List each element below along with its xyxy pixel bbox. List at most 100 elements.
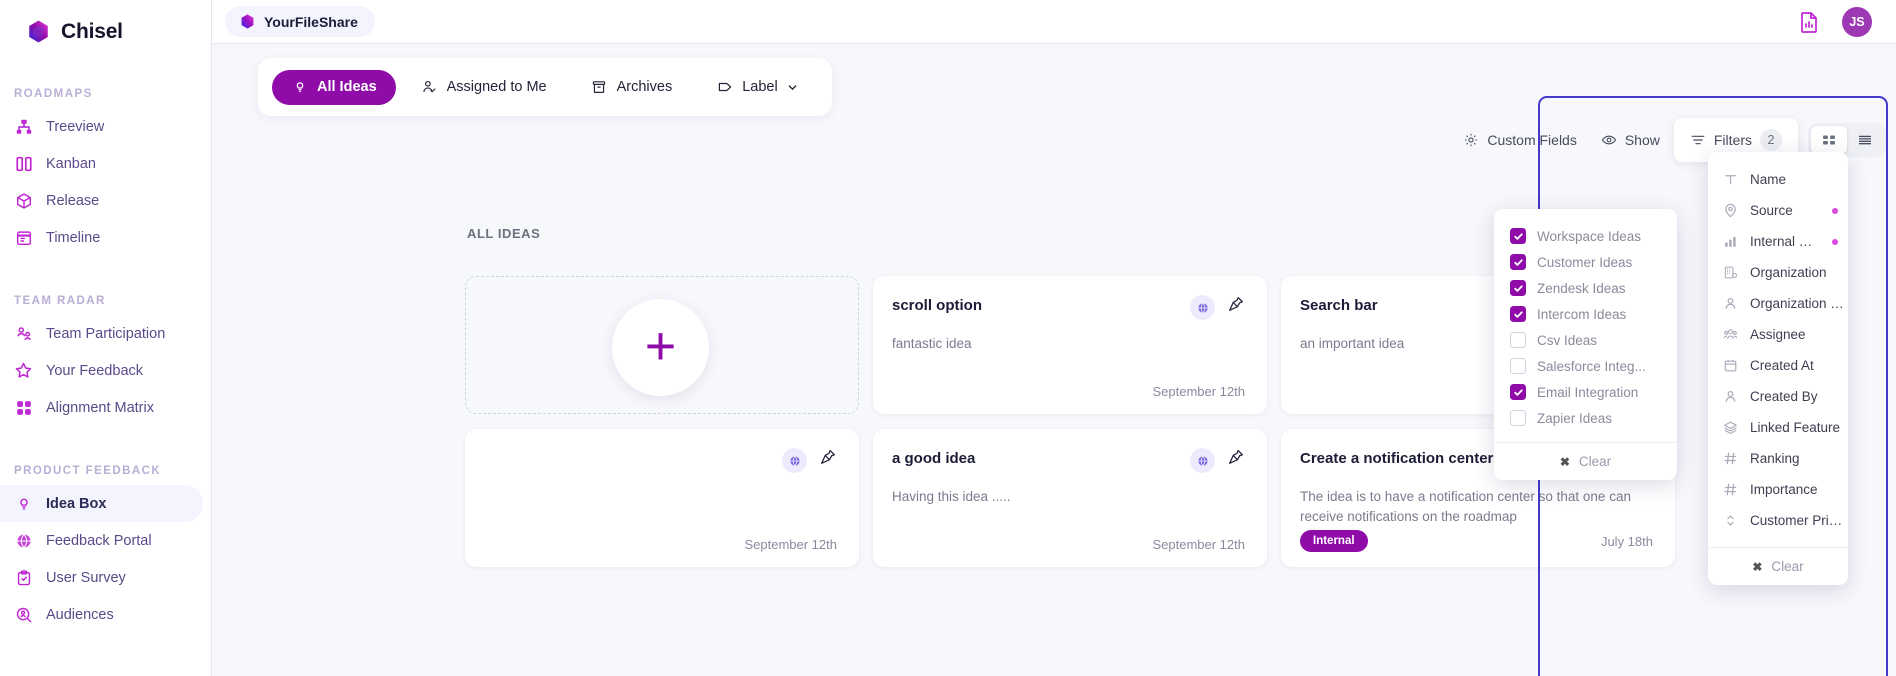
sidebar-item-kanban[interactable]: Kanban <box>0 145 203 182</box>
sidebar-item-user-survey[interactable]: User Survey <box>0 559 203 596</box>
custom-fields-button[interactable]: Custom Fields <box>1453 123 1586 157</box>
sidebar-item-feedback-portal[interactable]: Feedback Portal <box>0 522 203 559</box>
filter-field-name[interactable]: Name <box>1708 164 1848 195</box>
pin-icon[interactable] <box>1227 295 1245 313</box>
filter-field-source[interactable]: Source <box>1708 195 1848 226</box>
plus-icon[interactable]: + <box>612 298 709 396</box>
assigned-user-icon <box>421 79 438 96</box>
checkbox-unchecked-icon[interactable] <box>1510 358 1526 374</box>
checkbox-checked-icon[interactable] <box>1510 228 1526 244</box>
filter-field-customer-priority[interactable]: Customer Prior... <box>1708 505 1848 536</box>
idea-card-description: fantastic idea <box>892 336 972 351</box>
filter-field-label: Assignee <box>1750 327 1806 342</box>
idea-card-footer: Internal July 18th <box>1300 530 1653 552</box>
idea-card-title: a good idea <box>892 450 976 467</box>
source-panel-clear-button[interactable]: ✖ Clear <box>1494 442 1677 480</box>
fields-panel-clear-button[interactable]: ✖ Clear <box>1708 547 1848 585</box>
star-icon <box>14 361 33 380</box>
filters-label: Filters <box>1713 132 1752 148</box>
source-option-row[interactable]: Customer Ideas <box>1494 249 1677 275</box>
filter-icon <box>1690 132 1706 148</box>
workspace-name: YourFileShare <box>264 13 358 30</box>
checkbox-checked-icon[interactable] <box>1510 254 1526 270</box>
filter-field-ranking[interactable]: Ranking <box>1708 443 1848 474</box>
sidebar-group-product-feedback: Idea Box Feedback Portal User Survey Aud… <box>0 485 211 633</box>
user-icon <box>1722 296 1738 312</box>
tab-label: All Ideas <box>317 79 377 95</box>
user-avatar[interactable]: JS <box>1842 6 1872 37</box>
source-option-row[interactable]: Email Integration <box>1494 379 1677 405</box>
checkbox-checked-icon[interactable] <box>1510 306 1526 322</box>
chisel-hexagon-logo-icon <box>25 18 52 45</box>
filter-field-assignee[interactable]: Assignee <box>1708 319 1848 350</box>
checkbox-unchecked-icon[interactable] <box>1510 332 1526 348</box>
audience-search-icon <box>14 605 33 624</box>
filter-field-internal-priority[interactable]: Internal Priority <box>1708 226 1848 257</box>
tab-archives[interactable]: Archives <box>572 70 692 105</box>
tab-all-ideas[interactable]: All Ideas <box>272 69 396 105</box>
idea-card-date: September 12th <box>1152 384 1245 399</box>
tab-label: Label <box>742 79 778 95</box>
filter-field-created-at[interactable]: Created At <box>1708 350 1848 381</box>
idea-card[interactable]: September 12th <box>465 429 859 567</box>
sidebar-item-your-feedback[interactable]: Your Feedback <box>0 352 203 389</box>
people-icon <box>1722 327 1738 343</box>
source-option-row[interactable]: Zapier Ideas <box>1494 405 1677 431</box>
gear-icon <box>1463 132 1479 148</box>
organization-icon <box>1722 265 1738 281</box>
sidebar-item-timeline[interactable]: Timeline <box>0 219 203 256</box>
sidebar-item-label: Idea Box <box>46 495 107 512</box>
pin-icon[interactable] <box>1227 448 1245 466</box>
globe-icon <box>1190 295 1215 320</box>
sidebar-item-audiences[interactable]: Audiences <box>0 596 203 633</box>
archive-box-icon <box>591 79 608 96</box>
hash-icon <box>1722 451 1738 467</box>
idea-card-title: scroll option <box>892 297 982 314</box>
idea-card[interactable]: scroll option fantastic idea September 1… <box>873 276 1267 414</box>
sidebar-item-release[interactable]: Release <box>0 182 203 219</box>
source-option-row[interactable]: Intercom Ideas <box>1494 301 1677 327</box>
source-panel-clear-label: Clear <box>1578 454 1612 469</box>
list-view-icon[interactable] <box>1847 126 1883 154</box>
filter-field-label: Customer Prior... <box>1750 513 1848 528</box>
idea-card-description: The idea is to have a notification cente… <box>1300 489 1631 524</box>
filter-field-label: Ranking <box>1750 451 1800 466</box>
tab-label: Assigned to Me <box>446 79 547 95</box>
filter-field-linked-feature[interactable]: Linked Feature <box>1708 412 1848 443</box>
tab-label: Archives <box>616 79 673 95</box>
grid-view-icon[interactable] <box>1811 126 1847 154</box>
pin-icon[interactable] <box>819 448 837 466</box>
source-option-label: Csv Ideas <box>1537 332 1598 348</box>
active-filter-dot <box>1832 238 1838 245</box>
sidebar-group-roadmaps: Treeview Kanban Release Timeline <box>0 108 211 256</box>
checkbox-checked-icon[interactable] <box>1510 384 1526 400</box>
source-option-row[interactable]: Salesforce Integ... <box>1494 353 1677 379</box>
status-badge: Internal <box>1300 530 1368 552</box>
main-area: YourFileShare JS All Ideas Assigned to M… <box>212 0 1896 676</box>
idea-card[interactable]: a good idea Having this idea ..... Septe… <box>873 429 1267 567</box>
content-area: All Ideas Assigned to Me Archives Label … <box>212 44 1896 676</box>
sidebar-item-idea-box[interactable]: Idea Box <box>0 485 203 522</box>
sidebar-item-label: Alignment Matrix <box>46 399 154 416</box>
sort-updown-icon <box>1722 513 1738 529</box>
show-button[interactable]: Show <box>1591 123 1670 157</box>
filter-field-created-by[interactable]: Created By <box>1708 381 1848 412</box>
filter-field-organization[interactable]: Organization <box>1708 257 1848 288</box>
source-option-row[interactable]: Csv Ideas <box>1494 327 1677 353</box>
show-label: Show <box>1624 132 1660 148</box>
source-option-row[interactable]: Workspace Ideas <box>1494 223 1677 249</box>
sidebar-item-team-participation[interactable]: Team Participation <box>0 315 203 352</box>
report-document-icon[interactable] <box>1796 9 1822 35</box>
tab-label[interactable]: Label <box>697 70 817 105</box>
sidebar-item-treeview[interactable]: Treeview <box>0 108 203 145</box>
filter-field-organization-user[interactable]: Organization U... <box>1708 288 1848 319</box>
tab-assigned-to-me[interactable]: Assigned to Me <box>402 70 566 105</box>
sidebar-item-alignment-matrix[interactable]: Alignment Matrix <box>0 389 203 426</box>
filter-field-importance[interactable]: Importance <box>1708 474 1848 505</box>
add-idea-card[interactable]: + <box>465 276 859 414</box>
checkbox-checked-icon[interactable] <box>1510 280 1526 296</box>
checkbox-unchecked-icon[interactable] <box>1510 410 1526 426</box>
source-option-row[interactable]: Zendesk Ideas <box>1494 275 1677 301</box>
app-logo[interactable]: Chisel <box>0 14 211 45</box>
workspace-chip[interactable]: YourFileShare <box>225 6 375 37</box>
